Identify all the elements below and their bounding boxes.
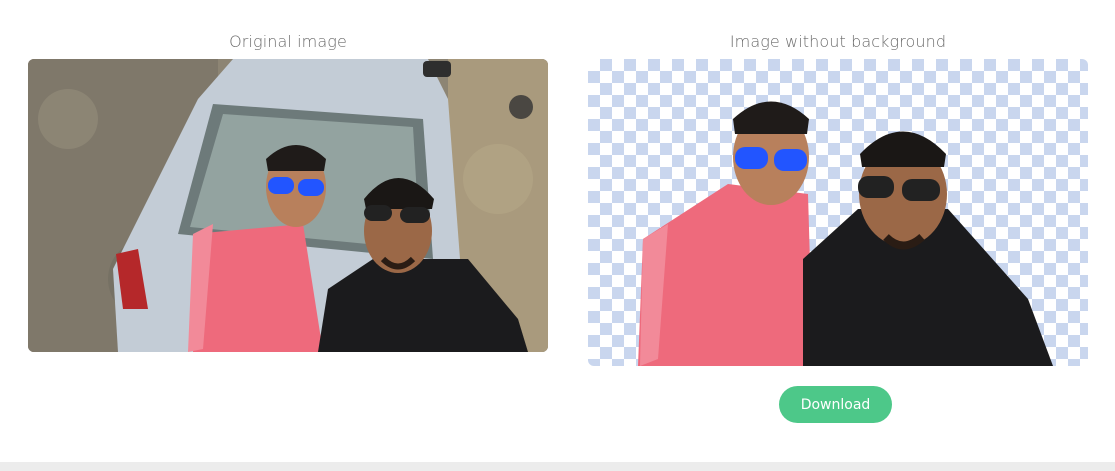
result-image xyxy=(588,59,1088,366)
original-photo-illustration xyxy=(28,59,548,352)
download-button[interactable]: Download xyxy=(779,386,892,423)
footer-divider xyxy=(0,462,1115,471)
cutout-photo-illustration xyxy=(638,101,1053,366)
result-image-title: Image without background xyxy=(729,32,947,51)
original-image xyxy=(28,59,548,352)
original-image-title: Original image xyxy=(229,32,347,51)
